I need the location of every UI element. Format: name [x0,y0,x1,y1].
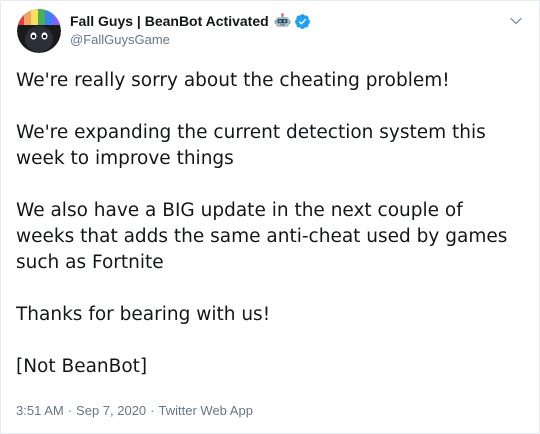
tweet-paragraph: We're expanding the current detection sy… [16,122,486,169]
tweet-text: We're really sorry about the cheating pr… [16,68,526,380]
chevron-down-icon[interactable] [509,13,523,27]
handle[interactable]: @FallGuysGame [70,32,311,47]
avatar[interactable] [17,9,61,53]
meta-separator: · [67,403,73,418]
author-block[interactable]: Fall Guys | BeanBot Activated @FallGuysG… [70,11,311,47]
name-row: Fall Guys | BeanBot Activated [70,11,311,31]
tweet-date[interactable]: Sep 7, 2020 [76,403,146,418]
tweet-paragraph: Thanks for bearing with us! [16,304,271,325]
robot-face-icon [274,12,291,30]
tweet-card: Fall Guys | BeanBot Activated @FallGuysG… [0,0,540,434]
tweet-time[interactable]: 3:51 AM [16,403,64,418]
tweet-paragraph: We also have a BIG update in the next co… [16,200,508,273]
tweet-source[interactable]: Twitter Web App [159,403,253,418]
tweet-meta: 3:51 AM · Sep 7, 2020 · Twitter Web App [16,403,253,418]
verified-badge-icon [294,13,311,30]
tweet-paragraph: [Not BeanBot] [16,356,148,377]
tweet-paragraph: We're really sorry about the cheating pr… [16,70,450,91]
display-name[interactable]: Fall Guys | BeanBot Activated [70,13,269,29]
meta-separator: · [150,403,155,418]
